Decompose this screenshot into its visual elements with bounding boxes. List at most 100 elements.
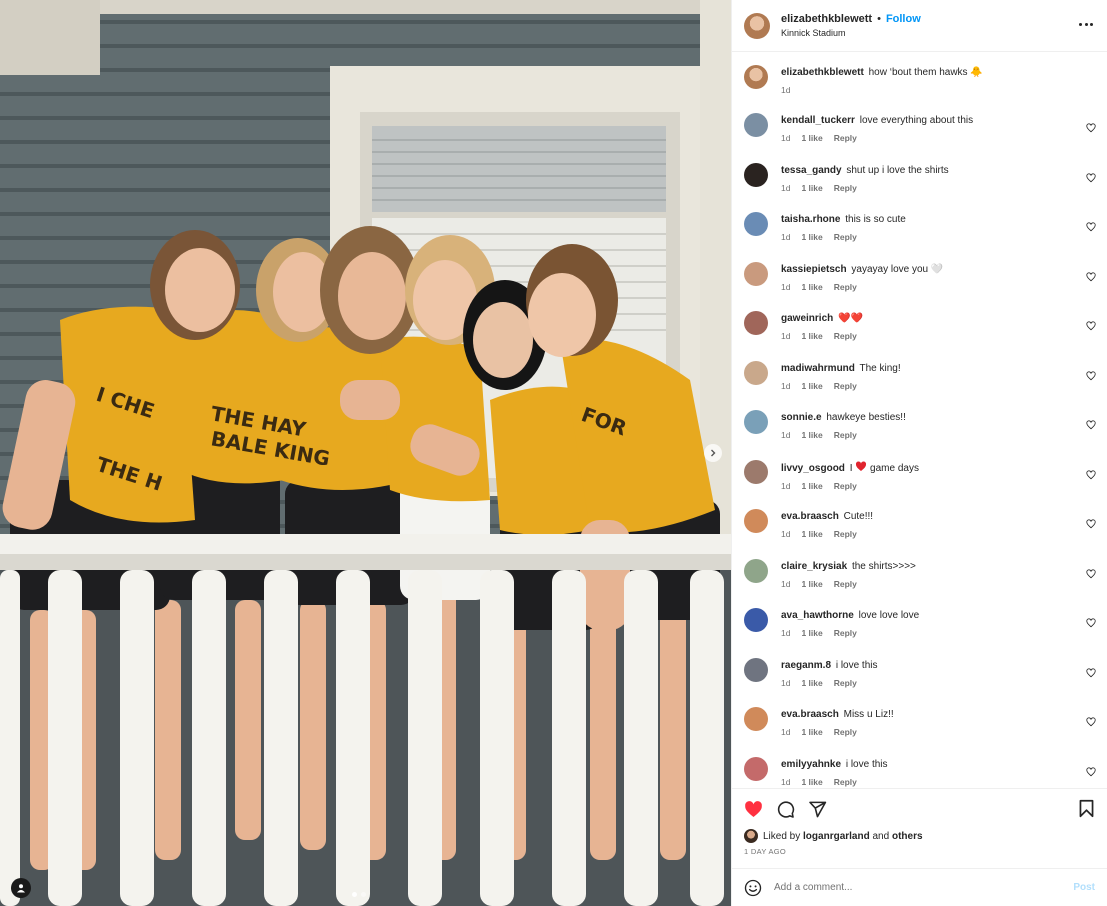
comment-username[interactable]: taisha.rhone	[781, 214, 840, 225]
like-heart-icon[interactable]	[744, 800, 763, 819]
commenter-avatar[interactable]	[744, 608, 768, 632]
heart-icon[interactable]	[1086, 618, 1096, 628]
comment-username[interactable]: madiwahrmund	[781, 363, 855, 374]
comment-likes[interactable]: 1 like	[801, 282, 822, 292]
comment-likes[interactable]: 1 like	[801, 183, 822, 193]
comment-likes[interactable]: 1 like	[801, 727, 822, 737]
reply-button[interactable]: Reply	[834, 282, 857, 292]
post-timestamp[interactable]: 1 DAY AGO	[744, 847, 1095, 856]
reply-button[interactable]: Reply	[834, 381, 857, 391]
heart-icon[interactable]	[1086, 271, 1096, 282]
reply-button[interactable]: Reply	[834, 430, 857, 440]
reply-button[interactable]: Reply	[834, 481, 857, 491]
comment-content: love love love	[858, 610, 920, 621]
comment-likes[interactable]: 1 like	[801, 579, 822, 589]
liker-avatar[interactable]	[744, 829, 758, 843]
comment-likes[interactable]: 1 like	[801, 133, 822, 143]
comment-likes[interactable]: 1 like	[801, 777, 822, 787]
user-tag-button[interactable]	[11, 878, 31, 898]
comment-likes[interactable]: 1 like	[801, 331, 822, 341]
commenter-avatar[interactable]	[744, 162, 768, 187]
author-username[interactable]: elizabethkblewett	[781, 13, 872, 25]
reply-button[interactable]: Reply	[834, 133, 857, 143]
comment-body: eva.braasch Miss u Liz!! 1d 1 like Reply	[781, 706, 1093, 756]
separator-dot: •	[877, 12, 881, 25]
heart-icon[interactable]	[1086, 469, 1096, 480]
next-photo-button[interactable]	[704, 444, 722, 462]
heart-icon[interactable]	[1086, 172, 1096, 183]
heart-icon[interactable]	[1086, 222, 1096, 232]
comment-likes[interactable]: 1 like	[801, 628, 822, 638]
heart-icon[interactable]	[1086, 370, 1096, 381]
comment-list[interactable]: elizabethkblewett how ‘bout them hawks 🐥…	[732, 52, 1107, 788]
commenter-avatar[interactable]	[744, 311, 768, 335]
share-icon[interactable]	[808, 800, 827, 819]
liker-username[interactable]: loganrgarland	[803, 831, 870, 842]
follow-button[interactable]: Follow	[886, 13, 921, 25]
heart-icon[interactable]	[1086, 420, 1096, 430]
reply-button[interactable]: Reply	[834, 628, 857, 638]
heart-icon[interactable]	[1086, 519, 1096, 529]
comment-row: claire_krysiak the shirts>>>> 1d 1 like Re…	[732, 558, 1107, 608]
heart-icon[interactable]	[1086, 717, 1096, 727]
comment-username[interactable]: sonnie.e	[781, 412, 822, 423]
author-avatar[interactable]	[744, 12, 770, 39]
comment-row: emilyyahnke i love this 1d 1 like Reply	[732, 756, 1107, 789]
comment-likes[interactable]: 1 like	[801, 529, 822, 539]
reply-button[interactable]: Reply	[834, 777, 857, 787]
heart-icon[interactable]	[1086, 123, 1096, 133]
comment-username[interactable]: emilyyahnke	[781, 759, 841, 770]
comment-age: 1d	[781, 232, 791, 242]
post-comment-button[interactable]: Post	[1073, 882, 1095, 893]
heart-icon[interactable]	[1086, 766, 1096, 777]
comment-content: love everything about this	[859, 115, 974, 126]
commenter-avatar[interactable]	[744, 459, 768, 484]
commenter-avatar[interactable]	[744, 113, 768, 137]
commenter-avatar[interactable]	[744, 410, 768, 434]
post-location[interactable]: Kinnick Stadium	[781, 26, 921, 40]
comment-username[interactable]: claire_krysiak	[781, 561, 847, 572]
comment-username[interactable]: eva.braasch	[781, 511, 839, 522]
comment-username[interactable]: raeganm.8	[781, 660, 831, 671]
emoji-icon[interactable]	[744, 879, 762, 897]
heart-icon[interactable]	[1086, 667, 1096, 678]
comment-username[interactable]: kendall_tuckerr	[781, 115, 855, 126]
heart-icon[interactable]	[1086, 321, 1096, 331]
comment-username[interactable]: livvy_osgood	[781, 463, 845, 474]
caption-content: how ‘bout them hawks 🐥	[868, 67, 983, 78]
comment-username[interactable]: ava_hawthorne	[781, 610, 854, 621]
commenter-avatar[interactable]	[744, 212, 768, 236]
comment-likes[interactable]: 1 like	[801, 481, 822, 491]
commenter-avatar[interactable]	[744, 261, 768, 286]
commenter-avatar[interactable]	[744, 558, 768, 583]
caption-username[interactable]: elizabethkblewett	[781, 67, 864, 78]
author-avatar[interactable]	[744, 65, 768, 89]
comment-likes[interactable]: 1 like	[801, 381, 822, 391]
commenter-avatar[interactable]	[744, 360, 768, 385]
reply-button[interactable]: Reply	[834, 331, 857, 341]
reply-button[interactable]: Reply	[834, 678, 857, 688]
comment-username[interactable]: kassiepietsch	[781, 264, 847, 275]
comment-username[interactable]: tessa_gandy	[781, 165, 842, 176]
more-options-button[interactable]	[1079, 17, 1093, 31]
comment-likes[interactable]: 1 like	[801, 430, 822, 440]
commenter-avatar[interactable]	[744, 509, 768, 533]
comment-likes[interactable]: 1 like	[801, 678, 822, 688]
comment-likes[interactable]: 1 like	[801, 232, 822, 242]
heart-icon[interactable]	[1086, 568, 1096, 579]
comment-input[interactable]	[774, 882, 1074, 893]
comment-username[interactable]: gaweinrich	[781, 313, 833, 324]
commenter-avatar[interactable]	[744, 657, 768, 682]
commenter-avatar[interactable]	[744, 707, 768, 731]
bookmark-icon[interactable]	[1078, 799, 1095, 818]
reply-button[interactable]: Reply	[834, 727, 857, 737]
reply-button[interactable]: Reply	[834, 183, 857, 193]
comment-icon[interactable]	[776, 800, 795, 819]
commenter-avatar[interactable]	[744, 756, 768, 781]
reply-button[interactable]: Reply	[834, 232, 857, 242]
post-photo[interactable]: I CHE THE H THE HAY BALE KING FOR	[0, 0, 731, 906]
reply-button[interactable]: Reply	[834, 579, 857, 589]
comment-username[interactable]: eva.braasch	[781, 709, 839, 720]
reply-button[interactable]: Reply	[834, 529, 857, 539]
likes-others-link[interactable]: others	[892, 831, 923, 842]
